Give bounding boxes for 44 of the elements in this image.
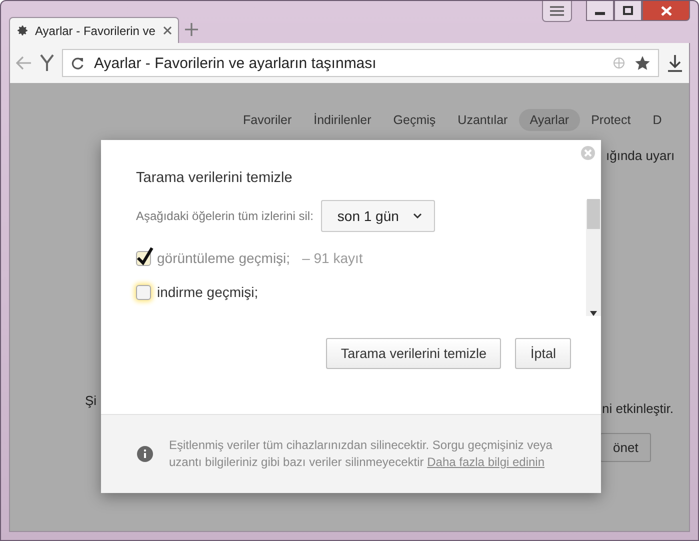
- nav-tab[interactable]: Favoriler: [232, 109, 303, 131]
- gear-icon: [16, 24, 29, 37]
- manage-button[interactable]: önet: [600, 433, 652, 462]
- record-count: – 91 kayıt: [302, 250, 363, 266]
- info-icon: [137, 446, 153, 462]
- close-icon[interactable]: [163, 26, 172, 35]
- nav-tab[interactable]: Uzantılar: [446, 109, 519, 131]
- dialog-button[interactable]: İptal: [515, 338, 571, 369]
- star-icon[interactable]: [635, 56, 650, 70]
- menu-button[interactable]: [542, 1, 572, 22]
- nav-tab[interactable]: İndirilenler: [302, 109, 382, 131]
- setting-text: ığında uyarı: [606, 148, 675, 163]
- reload-icon[interactable]: [71, 56, 84, 70]
- scroll-thumb[interactable]: [587, 199, 600, 229]
- tab-title: Ayarlar - Favorilerin ve: [35, 24, 156, 38]
- chevron-icon: [412, 213, 422, 219]
- dialog-title: Tarama verilerini temizle: [136, 170, 294, 186]
- maximize-button[interactable]: [614, 1, 642, 21]
- scroll-down-icon[interactable]: [590, 311, 597, 316]
- section-heading: Şi: [85, 393, 97, 408]
- close-button[interactable]: [642, 1, 690, 21]
- info-text: Eşitlenmiş veriler tüm cihazlarınızdan silinecektir. Sorgu geçmişiniz veya uzantı bilgileriniz gibi bazı veriler silinmeyecektir Daha fazla bilgi edinin: [169, 437, 554, 471]
- maximize-icon: [623, 6, 633, 15]
- checkbox-label: görüntüleme geçmişi;: [157, 250, 290, 266]
- nav-tab[interactable]: Geçmiş: [382, 109, 447, 131]
- download-icon[interactable]: [667, 54, 683, 72]
- address-bar[interactable]: Ayarlar - Favorilerin ve ayarların taşınması: [62, 49, 659, 77]
- nav-tab[interactable]: Protect: [580, 109, 642, 131]
- close-icon: [660, 6, 672, 16]
- range-label: Aşağıdaki öğelerin tüm izlerini sil:: [136, 209, 314, 223]
- checkbox-label: indirme geçmişi;: [157, 284, 258, 300]
- checkbox[interactable]: [136, 284, 151, 300]
- scrollbar[interactable]: [586, 200, 601, 316]
- new-tab-icon[interactable]: [185, 23, 198, 36]
- menu-icon: [550, 6, 564, 16]
- time-range-dropdown[interactable]: son 1 gün: [321, 200, 435, 232]
- setting-text: ni etkinleştir.: [602, 401, 674, 416]
- learn-more-link[interactable]: Daha fazla bilgi edinin: [427, 455, 545, 469]
- minimize-button[interactable]: [586, 1, 614, 21]
- nav-tab[interactable]: Ayarlar: [518, 109, 580, 131]
- browser-logo-icon[interactable]: [40, 54, 54, 72]
- dialog-button[interactable]: Tarama verilerini temizle: [326, 338, 502, 369]
- browser-tab[interactable]: Ayarlar - Favorilerin ve: [9, 17, 179, 43]
- nav-tab[interactable]: D: [642, 109, 673, 131]
